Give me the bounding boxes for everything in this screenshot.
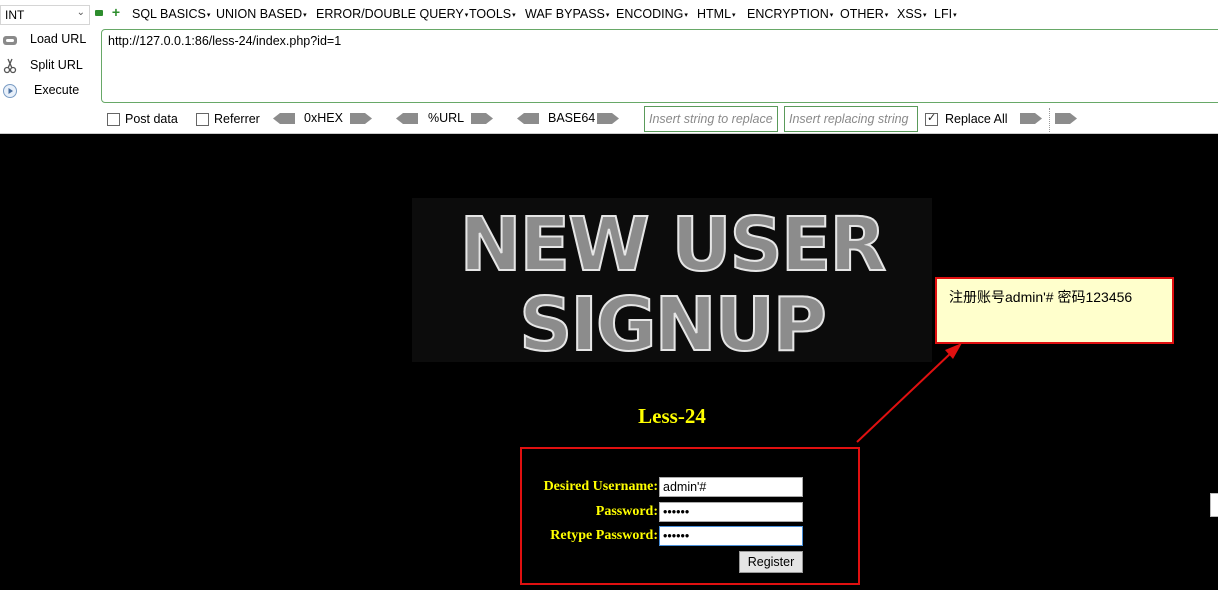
username-label: Desired Username: (543, 479, 658, 494)
referrer-label: Referrer (214, 112, 260, 126)
post-data-checkbox[interactable] (107, 113, 120, 126)
retype-password-label: Retype Password: (550, 528, 658, 543)
hackbar-menubar: INT ⌄ + SQL BASICS▾ UNION BASED▾ ERROR/D… (0, 0, 1218, 28)
replace-all-label: Replace All (945, 112, 1008, 126)
password-label: Password: (595, 504, 658, 519)
load-url-label: Load URL (30, 32, 87, 46)
split-url-label: Split URL (30, 58, 83, 72)
plus-icon[interactable]: + (110, 5, 122, 19)
replacing-string-input[interactable]: Insert replacing string (784, 106, 918, 132)
menu-tools[interactable]: TOOLS▾ (469, 7, 516, 21)
password-value: •••••• (663, 505, 690, 519)
execute-button[interactable]: Execute (0, 80, 98, 102)
replacing-string-placeholder: Insert replacing string (789, 112, 909, 126)
arrow-head-icon (945, 343, 962, 359)
hex-label: 0xHEX (304, 111, 343, 125)
caret-down-icon: ▾ (953, 11, 957, 19)
menu-encryption[interactable]: ENCRYPTION▾ (747, 7, 833, 21)
banner-line-2: SIGNUP (518, 281, 828, 369)
play-icon (3, 84, 17, 98)
url-text: http://127.0.0.1:86/less-24/index.php?id… (108, 34, 342, 48)
url-encode-arrow-icon[interactable] (471, 113, 493, 124)
menu-label: WAF BYPASS (525, 7, 605, 21)
menu-label: ENCRYPTION (747, 7, 829, 21)
base64-decode-arrow-icon[interactable] (517, 113, 539, 124)
menu-xss[interactable]: XSS▾ (897, 7, 927, 21)
menu-label: OTHER (840, 7, 884, 21)
banner-line-1: NEW USER (459, 201, 888, 289)
menu-label: HTML (697, 7, 732, 21)
username-input[interactable]: admin'# (659, 477, 803, 497)
signup-form: Desired Username: admin'# Password: ••••… (520, 447, 860, 585)
url-input[interactable]: http://127.0.0.1:86/less-24/index.php?id… (101, 29, 1218, 103)
chevron-down-icon: ⌄ (76, 7, 85, 18)
caret-down-icon: ▾ (206, 11, 211, 19)
load-url-icon (3, 36, 17, 45)
side-scroll-handle[interactable] (1210, 493, 1218, 517)
caret-down-icon: ▾ (512, 11, 516, 19)
menu-union-based[interactable]: UNION BASED▾ (216, 7, 307, 21)
annotation-note: 注册账号admin'# 密码123456 (935, 277, 1174, 344)
menu-label: LFI (934, 7, 953, 21)
caret-down-icon: ▾ (923, 11, 927, 19)
hex-decode-arrow-icon[interactable] (273, 113, 295, 124)
caret-down-icon: ▾ (464, 11, 469, 19)
menu-label: XSS (897, 7, 923, 21)
caret-down-icon: ▾ (303, 11, 307, 19)
annotation-text: 注册账号admin'# 密码123456 (949, 289, 1133, 305)
hex-encode-arrow-icon[interactable] (350, 113, 372, 124)
caret-down-icon: ▾ (605, 11, 610, 19)
menu-html[interactable]: HTML▾ (697, 7, 736, 21)
menu-waf-bypass[interactable]: WAF BYPASS▾ (525, 7, 609, 21)
menu-label: SQL BASICS (132, 7, 206, 21)
retype-password-input[interactable]: •••••• (659, 526, 803, 546)
menu-label: ENCODING (616, 7, 684, 21)
menu-other[interactable]: OTHER▾ (840, 7, 888, 21)
retype-password-value: •••••• (663, 529, 690, 543)
menu-label: UNION BASED (216, 7, 303, 21)
menu-encoding[interactable]: ENCODING▾ (616, 7, 688, 21)
execute-label: Execute (34, 83, 80, 97)
base64-encode-arrow-icon[interactable] (597, 113, 619, 124)
signup-banner: NEW USER SIGNUP (412, 198, 932, 369)
base64-label: BASE64 (548, 111, 596, 125)
insert-string-placeholder: Insert string to replace (649, 112, 773, 126)
lesson-title: Less-24 (638, 404, 706, 428)
menu-lfi[interactable]: LFI▾ (934, 7, 957, 21)
hackbar-toolbar: INT ⌄ + SQL BASICS▾ UNION BASED▾ ERROR/D… (0, 0, 1218, 134)
caret-down-icon: ▾ (829, 11, 834, 19)
minus-icon[interactable] (95, 10, 103, 16)
url-encode-label: %URL (428, 111, 465, 125)
type-select[interactable]: INT ⌄ (0, 5, 90, 25)
scissors-icon (3, 58, 17, 74)
split-url-button[interactable]: Split URL (0, 55, 98, 77)
menu-label: ERROR/DOUBLE QUERY (316, 7, 464, 21)
replace-arrow-icon[interactable] (1020, 113, 1042, 124)
password-input[interactable]: •••••• (659, 502, 803, 522)
caret-down-icon: ▾ (684, 11, 688, 19)
register-button[interactable]: Register (739, 551, 803, 573)
url-decode-arrow-icon[interactable] (396, 113, 418, 124)
load-url-button[interactable]: Load URL (0, 29, 98, 51)
menu-label: TOOLS (469, 7, 512, 21)
insert-string-input[interactable]: Insert string to replace (644, 106, 778, 132)
caret-down-icon: ▾ (732, 11, 736, 19)
caret-down-icon: ▾ (884, 11, 889, 19)
menu-error-double-query[interactable]: ERROR/DOUBLE QUERY▾ (316, 7, 468, 21)
replace-all-checkbox[interactable] (925, 111, 938, 126)
referrer-checkbox[interactable] (196, 113, 209, 126)
type-select-value: INT (5, 8, 25, 22)
replace-next-arrow-icon[interactable] (1055, 113, 1077, 124)
username-value: admin'# (663, 480, 707, 494)
menu-sql-basics[interactable]: SQL BASICS▾ (132, 7, 210, 21)
post-data-label: Post data (125, 112, 178, 126)
options-bar: Post data Referrer 0xHEX %URL BASE64 Ins… (0, 106, 1218, 132)
toolbar-divider (1049, 108, 1050, 132)
